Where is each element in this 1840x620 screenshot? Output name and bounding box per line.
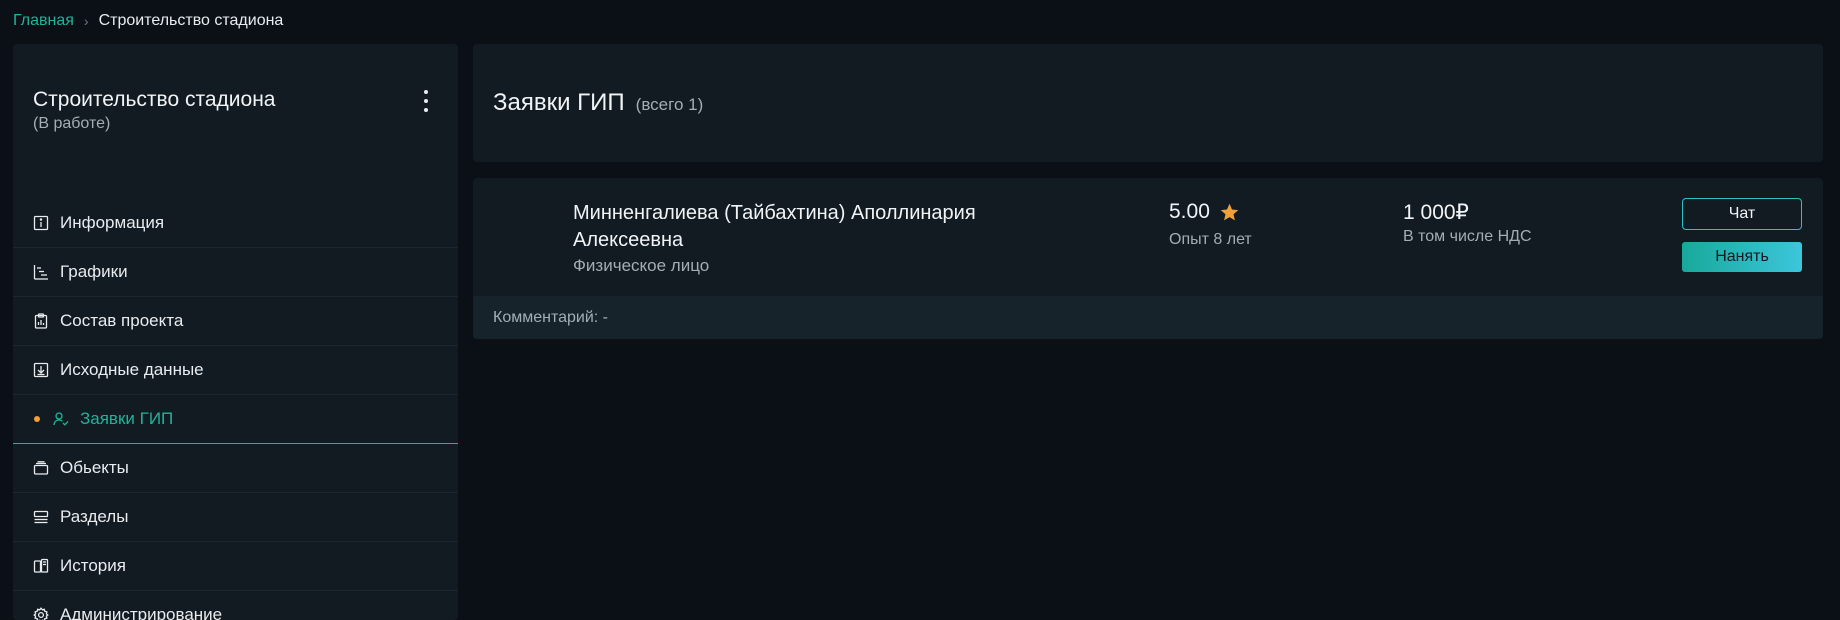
gear-icon [33, 607, 49, 620]
sidebar-item-label: Информация [60, 213, 165, 232]
sidebar-item-label: История [60, 556, 126, 575]
applications-count: (всего 1) [635, 94, 704, 114]
sidebar-item-label: Исходные данные [60, 360, 204, 379]
page-title: Заявки ГИП [493, 89, 625, 116]
project-status: (В работе) [33, 115, 111, 132]
candidate-rating: 5.00 [1169, 200, 1240, 224]
hire-button[interactable]: Нанять [1682, 242, 1802, 272]
breadcrumb-separator: › [83, 13, 89, 29]
applications-header: Заявки ГИП (всего 1) [473, 44, 1823, 162]
sidebar-menu: Информация Графики Состав проекта Исходн… [13, 199, 458, 620]
sidebar-item-label: Разделы [60, 507, 129, 526]
stack-icon [33, 460, 49, 476]
application-comment: Комментарий: - [473, 296, 1823, 339]
candidate-name: Минненгалиева (Тайбахтина) Аполлинария А… [573, 202, 976, 251]
gantt-icon [33, 264, 49, 280]
clipboard-chart-icon [33, 313, 49, 329]
sidebar-item-label: Заявки ГИП [80, 409, 174, 428]
sidebar-item-label: Администрирование [60, 605, 223, 620]
breadcrumb-current: Строительство стадиона [98, 12, 284, 29]
sidebar-item-administration[interactable]: Администрирование [13, 591, 458, 620]
sections-icon [33, 509, 49, 525]
info-icon [33, 215, 49, 231]
star-icon [1220, 203, 1239, 220]
application-card: Минненгалиева (Тайбахтина) Аполлинария А… [473, 178, 1823, 339]
sidebar-item-info[interactable]: Информация [13, 199, 458, 248]
sidebar-item-sections[interactable]: Разделы [13, 493, 458, 542]
sidebar-item-history[interactable]: История [13, 542, 458, 591]
breadcrumb: Главная › Строительство стадиона [13, 12, 283, 30]
history-icon [33, 558, 49, 574]
project-sidebar: Строительство стадиона (В работе) Информ… [13, 44, 458, 620]
application-card-body: Минненгалиева (Тайбахтина) Аполлинария А… [473, 178, 1823, 296]
breadcrumb-home-link[interactable]: Главная [13, 12, 74, 30]
sidebar-item-label: Состав проекта [60, 311, 184, 330]
candidate-experience: Опыт 8 лет [1169, 231, 1252, 248]
rating-value: 5.00 [1169, 200, 1210, 223]
chat-button[interactable]: Чат [1682, 198, 1802, 230]
project-title: Строительство стадиона [33, 88, 276, 111]
sidebar-item-objects[interactable]: Обьекты [13, 444, 458, 493]
project-header: Строительство стадиона (В работе) [13, 44, 458, 199]
sidebar-item-charts[interactable]: Графики [13, 248, 458, 297]
sidebar-item-source-data[interactable]: Исходные данные [13, 346, 458, 395]
sidebar-item-label: Обьекты [60, 458, 129, 477]
sidebar-item-gip-applications[interactable]: Заявки ГИП [13, 395, 458, 444]
download-box-icon [33, 362, 49, 378]
price-vat-note: В том числе НДС [1403, 228, 1532, 245]
sidebar-item-label: Графики [60, 262, 128, 281]
candidate-type: Физическое лицо [573, 256, 710, 275]
application-price: 1 000₽ [1403, 201, 1469, 224]
active-indicator-dot [34, 416, 40, 422]
user-check-icon [53, 411, 69, 427]
sidebar-item-project-composition[interactable]: Состав проекта [13, 297, 458, 346]
kebab-menu-icon[interactable] [420, 90, 432, 112]
